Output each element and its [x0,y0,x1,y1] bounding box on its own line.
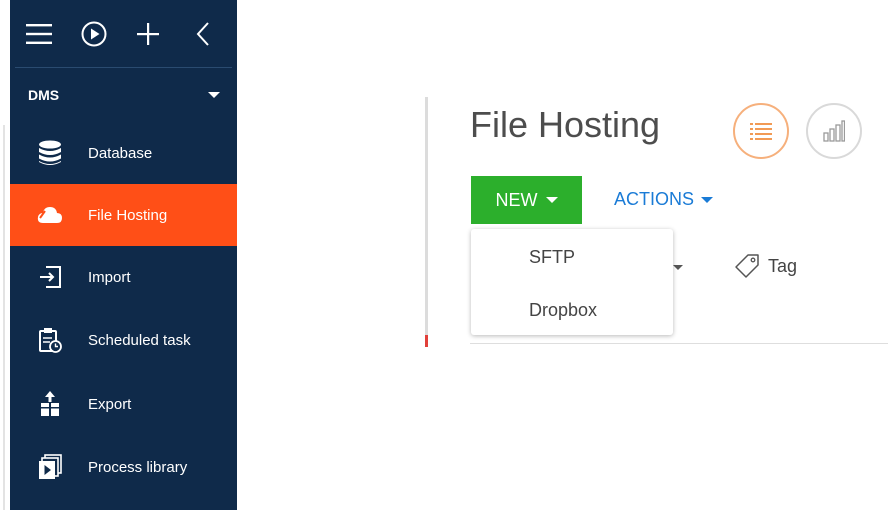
process-library-icon [34,451,66,483]
list-view-button[interactable] [733,103,789,159]
menu-item-sftp[interactable]: SFTP [529,247,575,268]
database-icon [34,137,66,169]
collapse-icon[interactable] [183,13,224,55]
sidebar-item-scheduled-task[interactable]: Scheduled task [10,309,237,371]
panel-border [425,97,428,347]
caret-down-icon [673,265,683,270]
sidebar: DMS Database File Hosting Import Schedul… [10,0,237,510]
sidebar-item-process-library[interactable]: Process library [10,436,237,498]
add-icon[interactable] [128,13,169,55]
scheduled-task-icon [34,324,66,356]
sidebar-item-file-hosting[interactable]: File Hosting [10,184,237,246]
import-icon [34,261,66,293]
actions-button[interactable]: ACTIONS [614,189,714,210]
toolbar-divider [470,343,888,344]
sidebar-item-label: File Hosting [88,206,168,224]
sidebar-item-database[interactable]: Database [10,122,237,184]
panel-border-marker [425,335,428,347]
page-title: File Hosting [470,104,661,145]
sidebar-item-label: Database [88,144,153,162]
chart-view-button[interactable] [806,103,862,159]
caret-down-icon [208,92,220,98]
cloud-icon [34,199,66,231]
menu-item-dropbox[interactable]: Dropbox [529,300,597,321]
workspace-selector[interactable]: DMS [10,68,237,122]
actions-button-label: ACTIONS [614,189,695,209]
new-dropdown-menu: SFTP Dropbox [471,229,673,335]
tag-icon [735,254,759,278]
new-button[interactable]: NEW [471,176,582,224]
caret-down-icon [545,197,558,203]
sidebar-topbar [10,0,237,67]
menu-icon[interactable] [19,13,60,55]
workspace-label: DMS [28,87,60,103]
new-button-label: NEW [495,189,538,210]
play-icon[interactable] [74,13,115,55]
sidebar-item-label: Export [88,395,132,413]
sidebar-item-label: Scheduled task [88,331,191,349]
caret-down-icon [701,196,714,203]
sidebar-item-label: Import [88,268,131,286]
tag-button[interactable]: Tag [734,253,797,279]
chart-view-icon [823,120,845,142]
left-edge-strip [0,0,10,510]
list-view-icon [750,123,772,140]
sidebar-item-import[interactable]: Import [10,246,237,308]
sidebar-item-label: Process library [88,458,188,476]
export-icon [34,388,66,420]
sidebar-item-export[interactable]: Export [10,373,237,435]
left-edge-line [3,125,5,510]
tag-button-label: Tag [768,255,798,276]
